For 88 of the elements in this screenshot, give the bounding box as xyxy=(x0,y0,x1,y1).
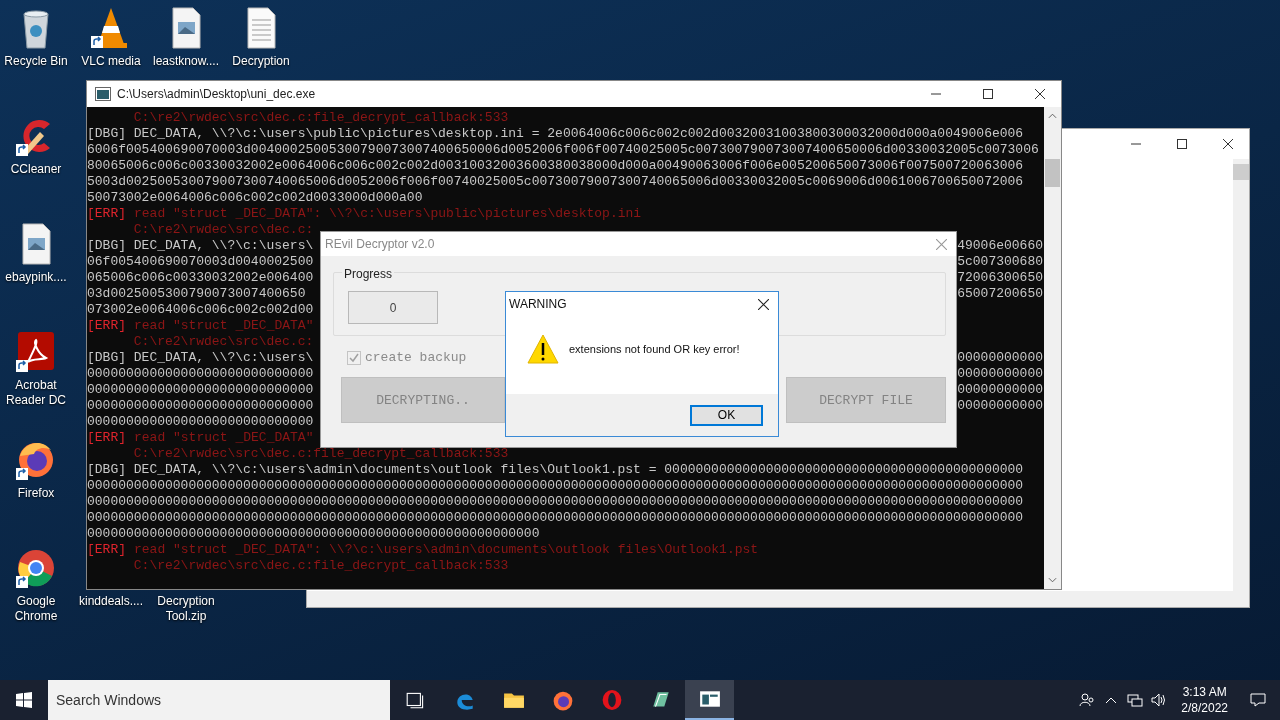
windows-logo-icon[interactable] xyxy=(16,692,32,708)
console-line: 6006f005400690070003d00400025005300790073007400650006d0052006f006f00740025005c007300790073007400650006d00330032005c0073006 xyxy=(87,142,1039,158)
console-line: 000000000000000000000000000000000000000000000000000000000000000000000000000000000000000000000000000000000000000000000000 xyxy=(87,510,1024,526)
error-tag: [ERR] xyxy=(87,318,126,334)
console-line: read "struct _DEC_DATA": \\?\c:\users\public\pictures\desktop.ini xyxy=(134,206,642,222)
app-window-icon xyxy=(698,688,721,710)
desktop-icon-label[interactable]: ebaypink.... xyxy=(0,270,73,285)
console-line: 72006300650 xyxy=(957,270,1044,286)
console-line: 65007200650 xyxy=(957,286,1044,302)
console-line: 00000000000 xyxy=(957,366,1044,382)
scroll-up-icon[interactable] xyxy=(1048,113,1057,119)
console-line: [DBG] DEC_DATA, \\?\c:\users\ xyxy=(87,350,314,366)
desktop-icon-label[interactable]: Decryption Tool.zip xyxy=(149,594,223,624)
console-line: C:\re2\rwdec\src\dec.c: xyxy=(132,222,314,238)
console-line: 0000000000000000000000000000000000000000000000000000000000 xyxy=(87,526,540,542)
date-text: 2/8/2022 xyxy=(1181,700,1228,716)
close-icon[interactable] xyxy=(1223,139,1233,149)
console-line: 49006e00660 xyxy=(957,238,1044,254)
ok-button[interactable]: OK xyxy=(690,404,763,426)
notification-icon[interactable] xyxy=(1250,692,1266,708)
browser-icon xyxy=(600,689,623,711)
console-line: [DBG] DEC_DATA, \\?\c:\users\admin\documents\outlook files\Outlook1.pst = 0000000000000000000000000000000000000000000000 xyxy=(87,462,1024,478)
people-icon[interactable] xyxy=(1079,692,1096,708)
checkmark-icon xyxy=(348,351,360,364)
console-line: 000000000000000000000000000000000000000000000000000000000000000000000000000000000000000000000000000000000000000000000000 xyxy=(87,478,1024,494)
network-icon[interactable] xyxy=(1127,692,1144,708)
warning-icon xyxy=(527,333,559,364)
console-app-icon xyxy=(95,87,111,101)
console-line: C:\re2\rwdec\src\dec.c:file_decrypt_callback:533 xyxy=(132,110,509,126)
console-line: C:\re2\rwdec\src\dec.c: xyxy=(132,334,314,350)
desktop-icon-label[interactable]: Decryption xyxy=(224,54,298,69)
console-line: 00000000000000000000000000000 xyxy=(87,398,314,414)
taskbar-app-button[interactable] xyxy=(685,680,734,720)
error-tag: [ERR] xyxy=(87,206,126,222)
scroll-down-icon[interactable] xyxy=(1048,577,1057,583)
desktop-icon-label[interactable]: Recycle Bin xyxy=(0,54,73,69)
console-line: [DBG] DEC_DATA, \\?\c:\users\public\pictures\desktop.ini = 2e0064006c006c002c002d00320031003800300032000d000a0049006e006 xyxy=(87,126,1024,142)
close-icon[interactable] xyxy=(1035,89,1045,99)
error-tag: [ERR] xyxy=(87,430,126,446)
console-line: 5c007300680 xyxy=(957,254,1044,270)
console-line: 00000000000000000000000000000 xyxy=(87,414,314,430)
console-line: 00000000000000000000000000000 xyxy=(87,382,314,398)
console-line: read "struct _DEC_DATA" xyxy=(134,318,314,334)
maximize-icon[interactable] xyxy=(983,89,993,99)
time-text: 3:13 AM xyxy=(1182,684,1227,700)
horizontal-scrollbar[interactable] xyxy=(307,591,1249,607)
desktop-icon-label[interactable]: kinddeals.... xyxy=(74,594,148,609)
maximize-icon[interactable] xyxy=(1177,139,1187,149)
pdf-app-icon[interactable] xyxy=(16,330,56,374)
group-label: Progress xyxy=(342,267,395,281)
desktop-icon-label[interactable]: CCleaner xyxy=(0,162,73,177)
console-line: 06f005400690070003d0040002500 xyxy=(87,254,314,270)
progress-field: 0 xyxy=(348,291,438,324)
dialog-title: WARNING xyxy=(509,297,568,311)
console-line: 00000000000000000000000000000 xyxy=(87,366,314,382)
close-icon[interactable] xyxy=(758,298,769,310)
console-line: 03d0025005300790073007400650 xyxy=(87,286,306,302)
console-line: 065006c006c00330032002e006400 xyxy=(87,270,314,286)
search-field[interactable]: Search Windows xyxy=(48,680,390,720)
desktop-icon-label[interactable]: VLC media xyxy=(74,54,148,69)
vertical-scrollbar[interactable] xyxy=(1044,107,1061,589)
console-line: 00000000000 xyxy=(957,350,1044,366)
console-line: [DBG] DEC_DATA, \\?\c:\users\ xyxy=(87,238,314,254)
desktop-icon-label[interactable]: leastknow.... xyxy=(149,54,223,69)
vertical-scrollbar[interactable] xyxy=(1233,159,1249,591)
console-line: 5003d002500530079007300740065006d0052006f006f00740025005c00730079007300740065006d00330032005c0069006d0061006700650072006 xyxy=(87,174,1024,190)
window-title: REvil Decryptor v2.0 xyxy=(325,237,436,251)
console-line: C:\re2\rwdec\src\dec.c:file_decrypt_callback:533 xyxy=(132,558,509,574)
console-line: 073002e0064006c006c002c002d00 xyxy=(87,302,314,318)
window-title: C:\Users\admin\Desktop\uni_dec.exe xyxy=(117,87,316,101)
volume-icon[interactable] xyxy=(1151,692,1168,708)
console-line: 00000000000 xyxy=(957,398,1044,414)
error-tag: [ERR] xyxy=(87,542,126,558)
warning-message: extensions not found OR key error! xyxy=(569,342,740,355)
console-line: 80065006c006c00330032002e0064006c006c002c002d00310032003600380038000d000a00490063006f006e005200650073006f007500720063006 xyxy=(87,158,1024,174)
console-line: C:\re2\rwdec\src\dec.c:file_decrypt_callback:533 xyxy=(132,446,509,462)
desktop-icon-label[interactable]: Acrobat Reader DC xyxy=(0,378,73,408)
desktop-icon-label[interactable]: Firefox xyxy=(0,486,73,501)
desktop-icon-label[interactable]: Google Chrome xyxy=(0,594,73,624)
console-line: read "struct _DEC_DATA" xyxy=(134,430,314,446)
console-line: read "struct _DEC_DATA": \\?\c:\users\admin\documents\outlook files\Outlook1.pst xyxy=(134,542,759,558)
console-line: 50073002e0064006c006c002c002d0033000d000a00 xyxy=(87,190,423,206)
console-line: 000000000000000000000000000000000000000000000000000000000000000000000000000000000000000000000000000000000000000000000000 xyxy=(87,494,1024,510)
scrollbar-thumb[interactable] xyxy=(1233,164,1249,180)
browser-icon xyxy=(551,689,574,711)
scrollbar-thumb[interactable] xyxy=(1045,159,1060,187)
clock[interactable]: 3:13 AM 2/8/2022 xyxy=(1181,684,1228,716)
console-line: 00000000000 xyxy=(957,382,1044,398)
